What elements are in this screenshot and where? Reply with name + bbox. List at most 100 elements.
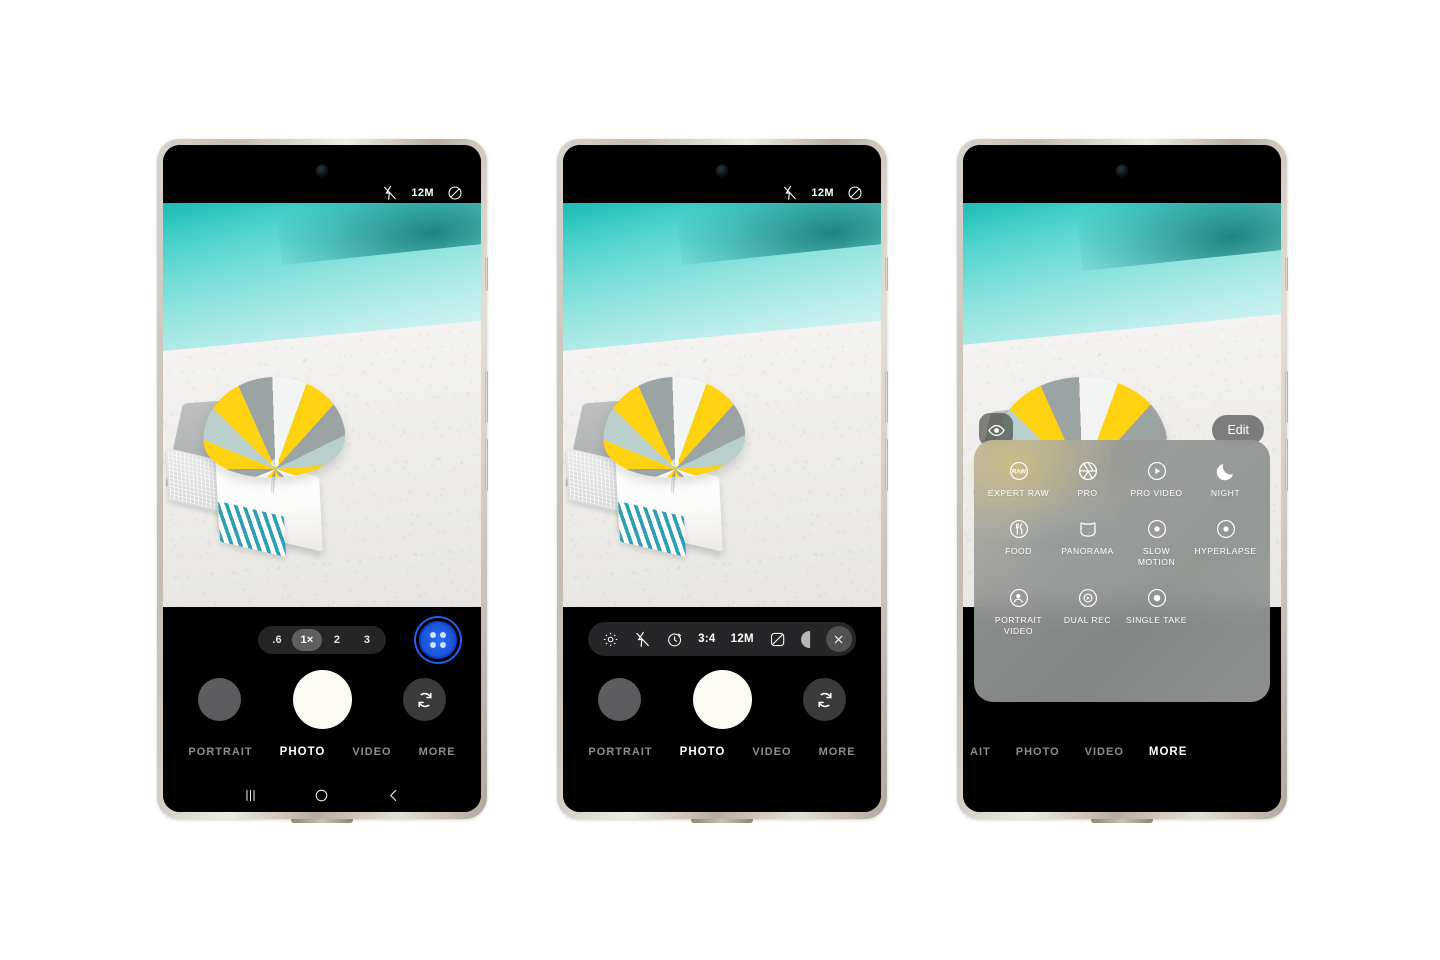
side-button-top-2[interactable]: [885, 257, 888, 291]
zoom-option-1[interactable]: 1×: [292, 629, 322, 651]
volume-down-button[interactable]: [485, 439, 488, 491]
mode-tab-more[interactable]: MORE: [819, 746, 856, 758]
svg-text:RAW: RAW: [1011, 469, 1025, 475]
zoom-option-3[interactable]: 3: [352, 629, 382, 651]
panorama-icon: [1077, 518, 1099, 540]
more-mode-slow-motion[interactable]: SLOW MOTION: [1122, 518, 1191, 567]
mode-tabs-3: AIT PHOTO VIDEO MORE: [963, 746, 1281, 758]
mode-tab-photo[interactable]: PHOTO: [680, 746, 726, 758]
more-mode-label: EXPERT RAW: [987, 488, 1050, 498]
mode-tab-video[interactable]: VIDEO: [1085, 746, 1124, 758]
home-button[interactable]: [313, 787, 330, 804]
phone-device-2: 12M 3:4 12M PORTRAIT PHOTO VIDEO MORE: [557, 139, 888, 823]
side-button-top-3[interactable]: [1285, 257, 1288, 291]
shutter-button[interactable]: [692, 670, 752, 729]
mode-tab-portrait[interactable]: PORTRAIT: [188, 746, 252, 758]
more-mode-night[interactable]: NIGHT: [1191, 460, 1260, 498]
more-mode-hyperlapse[interactable]: HYPERLAPSE: [1191, 518, 1260, 567]
expanded-camera-toolbar: 3:4 12M: [588, 622, 856, 656]
timer-icon[interactable]: [666, 631, 683, 648]
bottom-speaker-notch-2: [691, 819, 753, 823]
more-mode-dual-rec[interactable]: DUAL REC: [1053, 587, 1122, 636]
status-bar-3: [963, 145, 1281, 203]
camera-controls-2: 3:4 12M PORTRAIT PHOTO VIDEO MORE: [563, 607, 881, 812]
flash-off-icon[interactable]: [382, 185, 398, 201]
beach-umbrella: [201, 374, 347, 480]
phone-bezel-1: 12M .6 1× 2 3 PORTRAIT PHOTO VIDEO MORE: [163, 145, 481, 812]
gallery-thumbnail-button[interactable]: [198, 678, 241, 721]
more-mode-label: PANORAMA: [1061, 546, 1114, 557]
viewfinder-1[interactable]: [163, 203, 481, 607]
beach-scene: [164, 374, 389, 571]
motion-photo-off-icon[interactable]: [447, 185, 463, 201]
food-icon: [1008, 518, 1030, 540]
grid-spacer: [1191, 587, 1260, 636]
resolution-label-1[interactable]: 12M: [411, 187, 434, 199]
close-toolbar-button[interactable]: [825, 626, 852, 652]
shutter-row-1: [163, 670, 481, 729]
bottom-speaker-notch: [291, 819, 353, 823]
more-mode-portrait-video[interactable]: PORTRAIT VIDEO: [984, 587, 1053, 636]
more-mode-label: SLOW MOTION: [1137, 546, 1176, 567]
zoom-option-2[interactable]: 2: [322, 629, 352, 651]
moon-icon: [1215, 460, 1237, 482]
aspect-ratio-label[interactable]: 3:4: [698, 633, 716, 645]
mode-tab-video[interactable]: VIDEO: [752, 746, 791, 758]
more-mode-label: NIGHT: [1210, 488, 1241, 498]
mode-tabs-2: PORTRAIT PHOTO VIDEO MORE: [563, 746, 881, 758]
zoom-level-pill[interactable]: .6 1× 2 3: [258, 626, 386, 654]
switch-camera-button[interactable]: [403, 678, 446, 721]
resolution-label-toolbar[interactable]: 12M: [731, 633, 754, 645]
more-mode-pro-video[interactable]: PRO VIDEO: [1122, 460, 1191, 498]
raw-icon: RAW: [1008, 460, 1030, 482]
motion-photo-off-icon[interactable]: [847, 185, 863, 201]
mode-tab-portrait[interactable]: AIT: [970, 746, 991, 758]
settings-gear-icon[interactable]: [602, 631, 619, 648]
side-button-top[interactable]: [485, 257, 488, 291]
viewfinder-2[interactable]: [563, 203, 881, 607]
gallery-thumbnail-button[interactable]: [598, 678, 641, 721]
volume-down-button-2[interactable]: [885, 439, 888, 491]
more-mode-label: FOOD: [1005, 546, 1032, 557]
phone-device-3: Edit RAW EXPERT RAW PRO PRO VIDEO NIGHT …: [957, 139, 1288, 823]
mode-tab-more[interactable]: MORE: [1149, 746, 1188, 758]
more-mode-food[interactable]: FOOD: [984, 518, 1053, 567]
mode-tab-photo[interactable]: PHOTO: [280, 746, 326, 758]
resolution-label-2[interactable]: 12M: [811, 187, 834, 199]
shutter-row-2: [563, 670, 881, 729]
status-bar-controls-1: 12M: [382, 185, 463, 201]
mode-tab-portrait[interactable]: PORTRAIT: [588, 746, 652, 758]
mode-tab-photo[interactable]: PHOTO: [1016, 746, 1060, 758]
mode-tab-more[interactable]: MORE: [419, 746, 456, 758]
dual-rec-icon: [1077, 587, 1099, 609]
volume-up-button[interactable]: [485, 371, 488, 423]
more-mode-expert-raw[interactable]: RAW EXPERT RAW: [984, 460, 1053, 498]
android-navigation-bar: [163, 787, 481, 804]
phone-screen-3: Edit RAW EXPERT RAW PRO PRO VIDEO NIGHT …: [963, 145, 1281, 812]
more-mode-pro[interactable]: PRO: [1053, 460, 1122, 498]
back-button[interactable]: [385, 787, 402, 804]
more-modes-panel: RAW EXPERT RAW PRO PRO VIDEO NIGHT FOOD …: [974, 440, 1270, 702]
motion-photo-off-icon[interactable]: [769, 631, 786, 648]
flash-off-icon[interactable]: [782, 185, 798, 201]
more-mode-panorama[interactable]: PANORAMA: [1053, 518, 1122, 567]
volume-down-button-3[interactable]: [1285, 439, 1288, 491]
hyperlapse-icon: [1215, 518, 1237, 540]
more-mode-single-take[interactable]: SINGLE TAKE: [1122, 587, 1191, 636]
volume-up-button-3[interactable]: [1285, 371, 1288, 423]
zoom-option-0[interactable]: .6: [262, 629, 292, 651]
front-camera-punchhole-3: [1116, 165, 1128, 176]
galaxy-ai-button[interactable]: [419, 621, 457, 659]
more-mode-label: DUAL REC: [1063, 615, 1112, 626]
mode-tab-video[interactable]: VIDEO: [352, 746, 391, 758]
shutter-button[interactable]: [292, 670, 352, 729]
aperture-icon: [1077, 460, 1099, 482]
flash-off-icon[interactable]: [634, 631, 651, 648]
pro-video-icon: [1146, 460, 1168, 482]
mode-tabs-1: PORTRAIT PHOTO VIDEO MORE: [163, 746, 481, 758]
volume-up-button-2[interactable]: [885, 371, 888, 423]
more-mode-label: HYPERLAPSE: [1194, 546, 1257, 557]
filters-icon[interactable]: [800, 630, 810, 648]
switch-camera-button[interactable]: [803, 678, 846, 721]
recents-button[interactable]: [242, 787, 259, 804]
